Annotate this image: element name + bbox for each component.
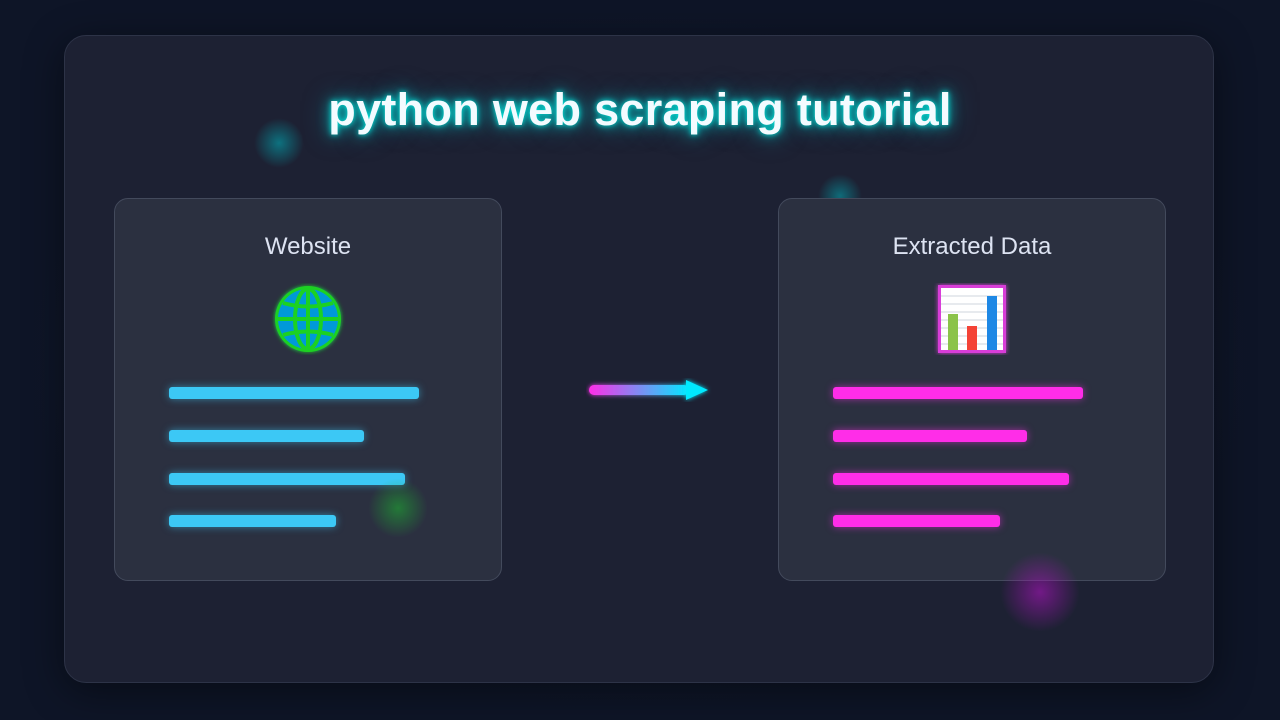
data-line bbox=[833, 515, 1000, 527]
bar-chart-icon bbox=[938, 285, 1006, 353]
page-title: python web scraping tutorial bbox=[328, 84, 952, 135]
data-line bbox=[833, 430, 1027, 442]
website-card: Website bbox=[114, 198, 502, 581]
content-line bbox=[169, 473, 405, 485]
data-line bbox=[833, 473, 1069, 485]
extracted-data-card: Extracted Data bbox=[778, 198, 1166, 581]
content-line bbox=[169, 387, 419, 399]
globe-icon bbox=[275, 286, 341, 352]
arrow-right-icon bbox=[589, 380, 708, 400]
extracted-data-card-title: Extracted Data bbox=[892, 233, 1052, 260]
data-line bbox=[833, 387, 1083, 399]
content-line bbox=[169, 515, 336, 527]
website-card-title: Website bbox=[264, 233, 352, 260]
content-line bbox=[169, 430, 364, 442]
diagram-stage: python web scraping tutorial Website Ext… bbox=[0, 0, 1280, 720]
